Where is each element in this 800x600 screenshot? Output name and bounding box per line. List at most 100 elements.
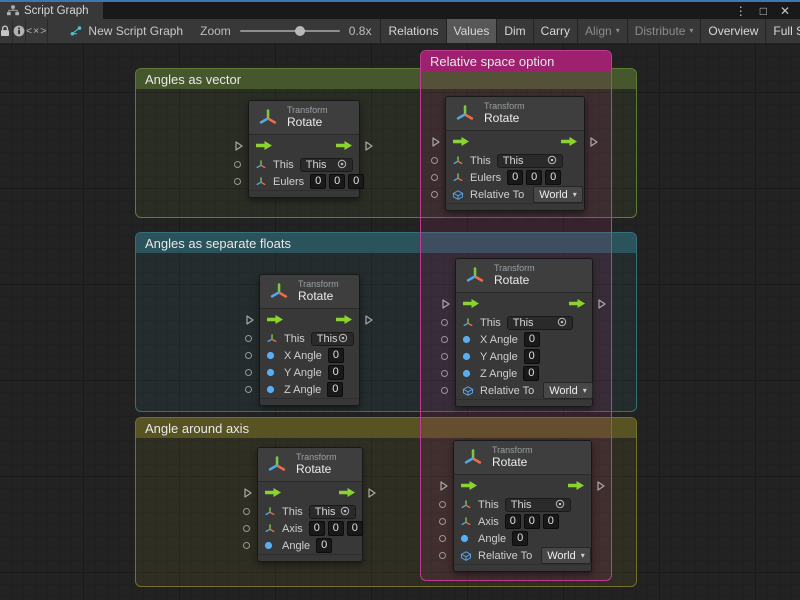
zoom-slider-handle[interactable] [295,26,305,36]
node-rotate-axis-relative[interactable]: TransformRotateThisThisAxis000Angle0Rela… [453,440,592,572]
number-input[interactable]: 0 [524,349,540,364]
value-input-port[interactable] [441,370,448,377]
input-row: Eulers000 [249,173,359,190]
flow-output-port[interactable] [590,137,598,147]
value-input-port[interactable] [245,386,252,393]
number-input[interactable]: 0 [505,514,521,529]
value-input-port[interactable] [431,191,438,198]
fullscreen-button[interactable]: Full Screen [765,19,800,43]
group-header[interactable]: Relative space option [421,51,611,71]
number-input[interactable]: 0 [526,170,542,185]
object-field[interactable]: This [300,158,353,172]
kebab-menu-icon[interactable]: ⋮ [735,5,747,17]
node-rotate-vector-relative[interactable]: TransformRotateThisThisEulers000Relative… [445,96,585,211]
value-input-port[interactable] [243,525,250,532]
number-input[interactable]: 0 [523,366,539,381]
flow-input-port[interactable] [442,299,450,309]
number-input[interactable]: 0 [327,382,343,397]
number-input[interactable]: 0 [309,521,325,536]
object-field[interactable]: This [507,316,573,330]
number-input[interactable]: 0 [347,521,363,536]
tab-script-graph[interactable]: Script Graph [0,2,103,19]
chevron-down-icon: ▾ [581,552,585,560]
flow-input-port[interactable] [244,488,252,498]
flow-output-port[interactable] [598,299,606,309]
graph-canvas[interactable]: Angles as vectorAngles as separate float… [0,43,800,600]
flow-output-port[interactable] [365,315,373,325]
flow-output-port[interactable] [365,141,373,151]
flow-output-port[interactable] [597,481,605,491]
number-input[interactable]: 0 [348,174,364,189]
value-input-port[interactable] [441,353,448,360]
number-input[interactable]: 0 [507,170,523,185]
value-input-port[interactable] [441,336,448,343]
carry-button[interactable]: Carry [533,19,577,43]
number-input[interactable]: 0 [524,514,540,529]
node-rotate-vector-plain[interactable]: TransformRotateThisThisEulers000 [248,100,360,198]
value-input-port[interactable] [441,387,448,394]
float-dot-icon [266,368,278,377]
info-button[interactable] [13,19,26,43]
value-input-port[interactable] [234,161,241,168]
object-field[interactable]: This [309,505,356,519]
maximize-icon[interactable]: □ [760,5,767,17]
value-input-port[interactable] [245,352,252,359]
object-field[interactable]: This [497,154,563,168]
value-input-port[interactable] [245,335,252,342]
value-input-port[interactable] [441,319,448,326]
enum-dropdown[interactable]: World▾ [543,382,593,399]
object-field[interactable]: This [311,332,354,346]
number-input[interactable]: 0 [524,332,540,347]
number-input[interactable]: 0 [329,174,345,189]
toolbar-buttons: Relations Values Dim Carry Align▾ Distri… [380,19,800,43]
align-button[interactable]: Align▾ [577,19,627,43]
node-titles: TransformRotate [484,101,525,125]
number-input[interactable]: 0 [328,365,344,380]
value-input-port[interactable] [439,518,446,525]
number-input[interactable]: 0 [310,174,326,189]
object-field[interactable]: This [505,498,571,512]
space-icon [462,385,474,397]
value-input-port[interactable] [439,535,446,542]
number-input[interactable]: 0 [328,521,344,536]
enum-dropdown[interactable]: World▾ [541,547,591,564]
lock-button[interactable] [0,19,13,43]
value-input-port[interactable] [439,501,446,508]
value-input-port[interactable] [439,552,446,559]
value-input-port[interactable] [243,508,250,515]
input-label: Axis [478,516,499,528]
value-input-port[interactable] [245,369,252,376]
float-dot-icon [462,352,474,361]
enum-dropdown[interactable]: World▾ [533,186,583,203]
value-input-port[interactable] [234,178,241,185]
value-input-port[interactable] [431,174,438,181]
input-label: Eulers [470,172,501,184]
number-input[interactable]: 0 [328,348,344,363]
node-rotate-axis-plain[interactable]: TransformRotateThisThisAxis000Angle0 [257,447,363,562]
zoom-slider[interactable] [240,30,340,32]
overview-button[interactable]: Overview [700,19,765,43]
relations-button[interactable]: Relations [380,19,445,43]
node-rotate-floats-plain[interactable]: TransformRotateThisThisX Angle0Y Angle0Z… [259,274,360,406]
number-input[interactable]: 0 [316,538,332,553]
flow-input-port[interactable] [440,481,448,491]
number-input[interactable]: 0 [512,531,528,546]
number-input[interactable]: 0 [545,170,561,185]
close-icon[interactable]: ✕ [780,5,790,17]
flow-input-port[interactable] [246,315,254,325]
code-view-button[interactable]: <×> [26,19,48,43]
node-title: Rotate [484,112,525,126]
input-label: Eulers [273,176,304,188]
node-rotate-floats-relative[interactable]: TransformRotateThisThisX Angle0Y Angle0Z… [455,258,593,407]
values-button[interactable]: Values [446,19,497,43]
value-input-port[interactable] [243,542,250,549]
distribute-button[interactable]: Distribute▾ [627,19,701,43]
flow-input-port[interactable] [432,137,440,147]
title-bar: Script Graph ⋮ □ ✕ [0,0,800,19]
dim-button[interactable]: Dim [496,19,532,43]
flow-input-port[interactable] [235,141,243,151]
input-label: Y Angle [284,367,322,379]
number-input[interactable]: 0 [543,514,559,529]
value-input-port[interactable] [431,157,438,164]
flow-output-port[interactable] [368,488,376,498]
